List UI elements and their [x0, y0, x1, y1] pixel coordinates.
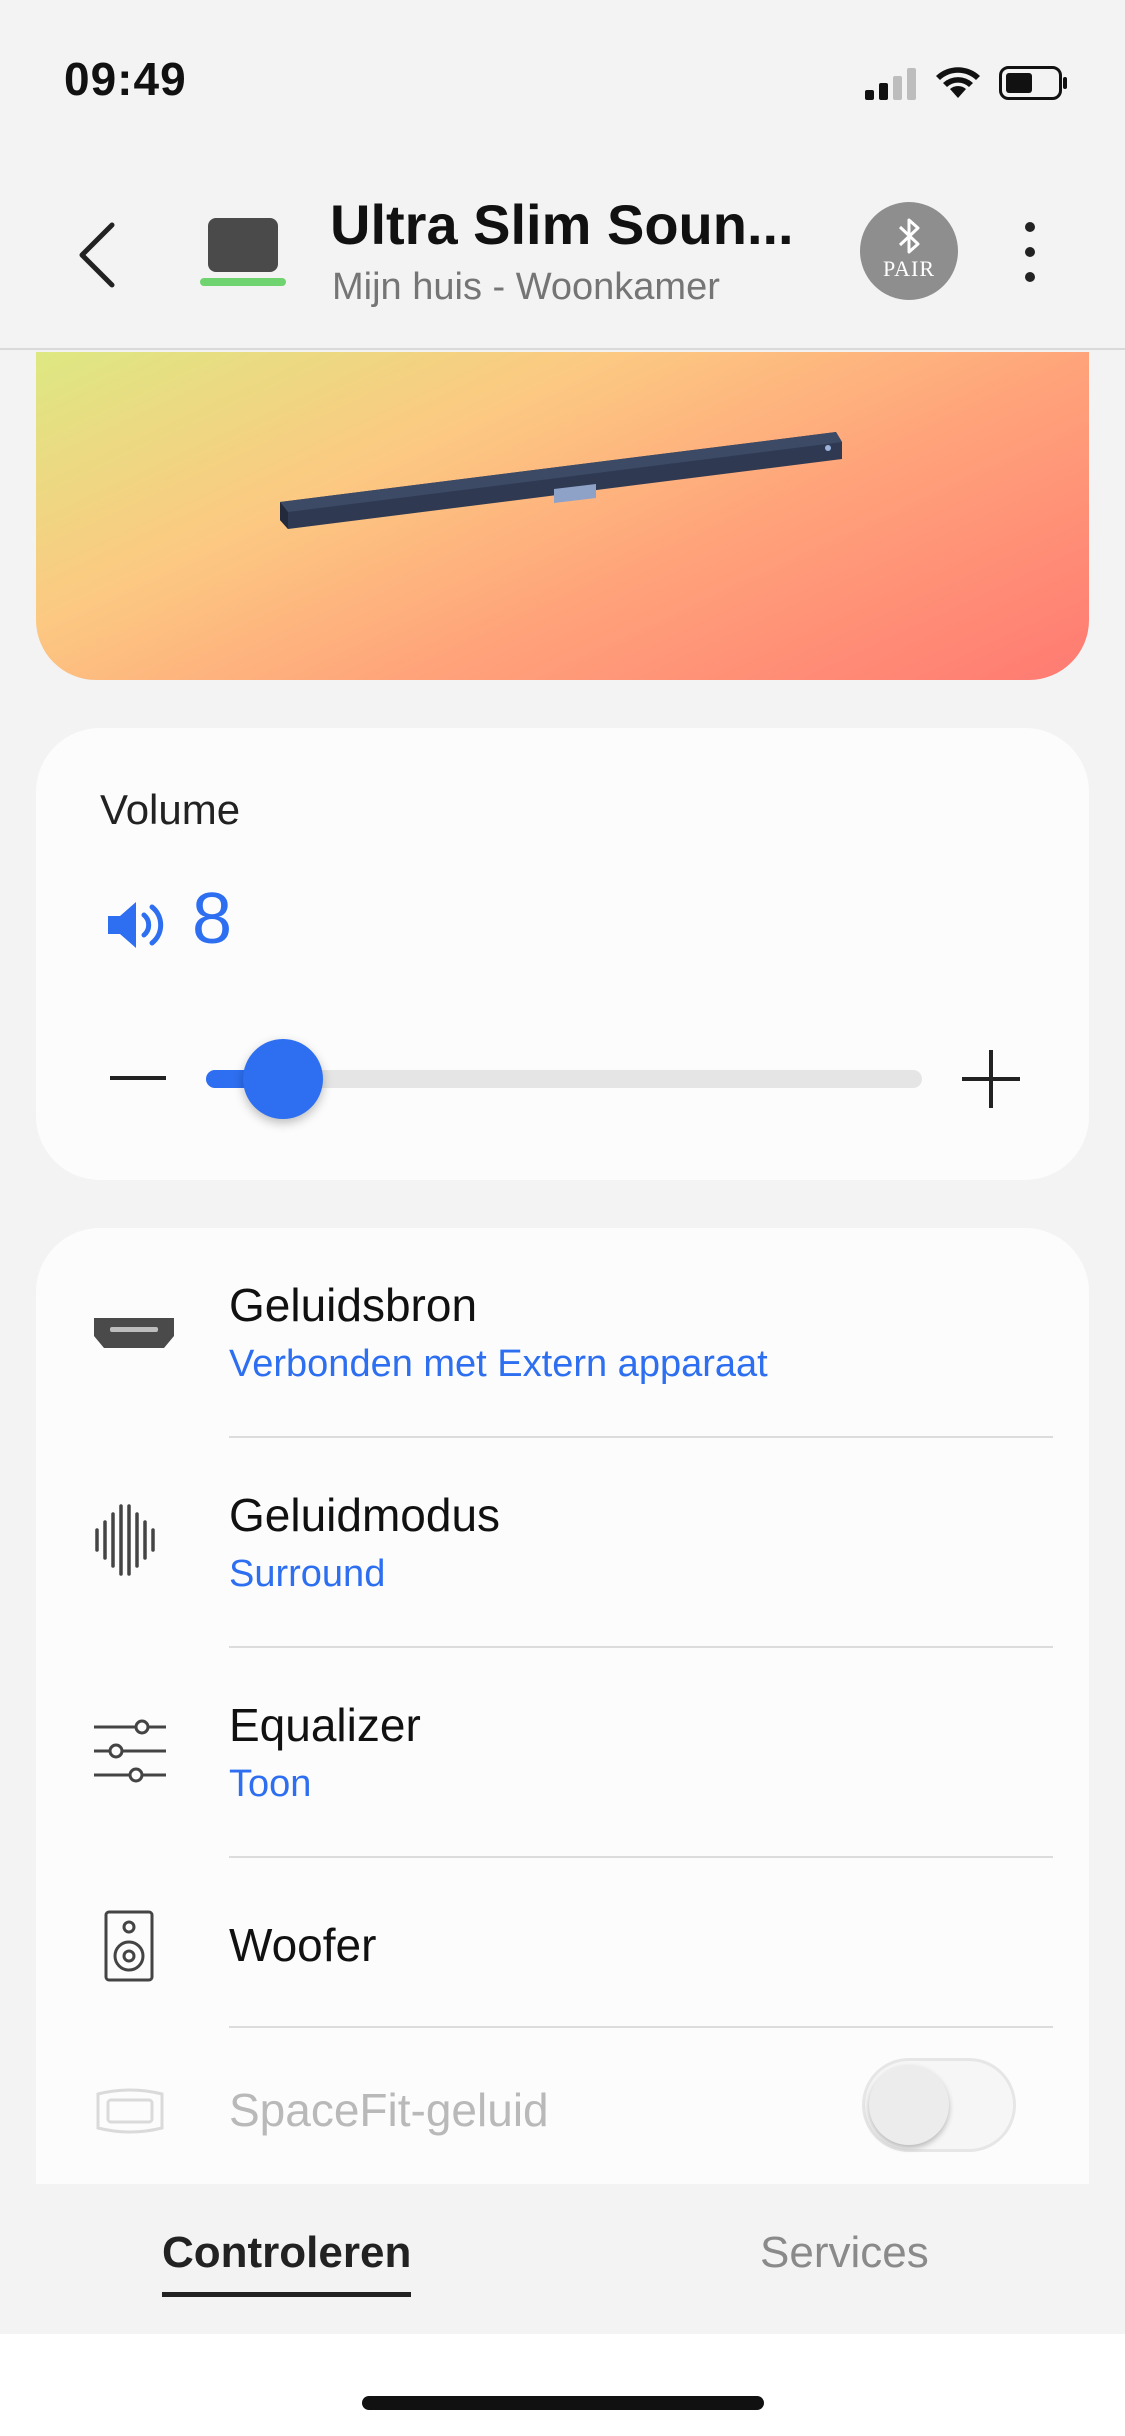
item-title: Equalizer [229, 1699, 421, 1751]
status-bar: 09:49 [0, 0, 1125, 150]
soundbar-image [280, 432, 842, 529]
back-button[interactable] [70, 215, 130, 295]
bottom-tab-bar: Controleren Services [0, 2184, 1125, 2334]
device-thumbnail-icon [200, 218, 286, 288]
speaker-icon [104, 1910, 154, 1982]
tab-label: Services [760, 2228, 929, 2277]
chevron-left-icon [79, 222, 115, 288]
home-indicator[interactable] [362, 2396, 764, 2410]
spacefit-toggle[interactable] [862, 2058, 1016, 2152]
list-item-woofer[interactable]: Woofer [36, 1858, 1089, 2028]
battery-icon [999, 66, 1067, 100]
device-title: Ultra Slim Soun... [330, 193, 794, 256]
item-subtitle: Toon [229, 1763, 312, 1805]
volume-up-button[interactable] [962, 1050, 1020, 1108]
item-title: SpaceFit-geluid [229, 2084, 549, 2136]
volume-slider-thumb[interactable] [243, 1039, 324, 1119]
list-item-spacefit: SpaceFit-geluid [36, 2028, 1089, 2184]
cellular-signal-icon [865, 68, 916, 100]
list-item-equalizer[interactable]: Equalizer Toon [36, 1648, 1089, 1858]
equalizer-icon [94, 1719, 166, 1783]
item-title: Geluidmodus [229, 1489, 501, 1541]
spacefit-icon [96, 2088, 164, 2134]
device-location: Mijn huis - Woonkamer [332, 266, 720, 308]
item-subtitle: Surround [229, 1553, 386, 1595]
list-item-geluidmodus[interactable]: Geluidmodus Surround [36, 1438, 1089, 1648]
list-item-geluidsbron[interactable]: Geluidsbron Verbonden met Extern apparaa… [36, 1228, 1089, 1438]
volume-card: Volume 8 [36, 728, 1089, 1180]
volume-down-button[interactable] [110, 1076, 166, 1080]
bluetooth-icon [898, 218, 920, 254]
bluetooth-pair-button[interactable]: PAIR [860, 202, 958, 300]
pair-label: PAIR [882, 256, 936, 281]
hdmi-icon [94, 1318, 174, 1348]
more-options-button[interactable] [1010, 222, 1050, 282]
device-hero-image [36, 352, 1089, 680]
speaker-volume-icon [108, 902, 164, 948]
toggle-knob [869, 2065, 949, 2145]
item-subtitle: Verbonden met Extern apparaat [229, 1343, 768, 1385]
tab-services[interactable]: Services [760, 2228, 929, 2278]
item-title: Geluidsbron [229, 1279, 478, 1331]
home-bar [0, 2334, 1125, 2436]
settings-card: Geluidsbron Verbonden met Extern apparaa… [36, 1228, 1089, 2184]
item-title: Woofer [229, 1919, 377, 1971]
sound-wave-icon [95, 1504, 155, 1576]
app-header: Ultra Slim Soun... Mijn huis - Woonkamer… [0, 150, 1125, 350]
tab-controleren[interactable]: Controleren [162, 2228, 412, 2297]
status-time: 09:49 [64, 53, 187, 105]
volume-value: 8 [192, 879, 233, 959]
status-icons [865, 60, 1069, 100]
volume-label: Volume [100, 786, 241, 833]
wifi-icon [936, 67, 980, 98]
active-tab-indicator [162, 2292, 412, 2297]
tab-label: Controleren [162, 2228, 412, 2277]
